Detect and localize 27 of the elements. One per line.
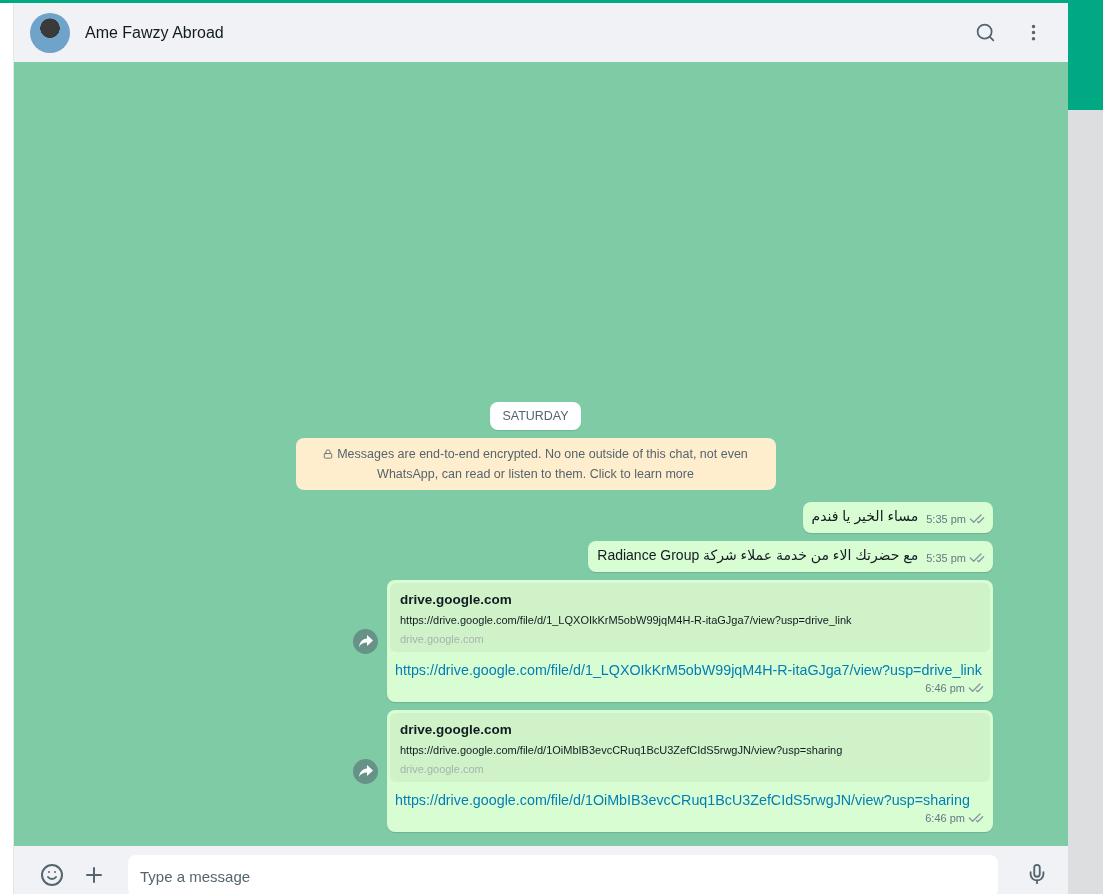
preview-domain: drive.google.com bbox=[400, 633, 485, 645]
preview-url: https://drive.google.com/file/d/1OiMbIB3evcCRuq1BcU3ZefCIdS5rwgJN/view?usp=sharing bbox=[400, 744, 844, 756]
emoji-icon[interactable] bbox=[38, 861, 66, 889]
avatar[interactable] bbox=[30, 12, 70, 53]
link-preview[interactable]: drive.google.com https://drive.google.com/file/d/1_LQXOIkKrM5obW99jqM4H-R-itaGJga7/view?usp=drive_link drive.google.com bbox=[390, 583, 990, 652]
contact-name: Ame Fawzy Abroad bbox=[85, 23, 225, 42]
encryption-notice[interactable]: Messages are end-to-end encrypted. No one outside of this chat, not even WhatsApp, can read or listen to them. Click to learn more bbox=[295, 438, 776, 490]
date-chip: SATURDAY bbox=[490, 402, 581, 430]
forward-button[interactable] bbox=[353, 628, 378, 654]
message-time: 6:46 pm bbox=[925, 682, 965, 694]
message-time: 5:35 pm bbox=[926, 552, 966, 564]
message-text: مساء الخير يا فندم bbox=[811, 508, 919, 527]
preview-title: drive.google.com bbox=[400, 722, 513, 737]
forward-button[interactable] bbox=[353, 758, 378, 784]
forward-arrow-icon bbox=[358, 765, 373, 777]
message-link[interactable]: https://drive.google.com/file/d/1OiMbIB3evcCRuq1BcU3ZefCIdS5rwgJN/view?usp=sharing bbox=[395, 790, 986, 810]
preview-domain: drive.google.com bbox=[400, 763, 485, 775]
message-time: 5:35 pm bbox=[926, 513, 966, 525]
message-input[interactable]: Type a message bbox=[128, 855, 998, 894]
message-text: مع حضرتك الاء من خدمة عملاء شركة Radiance Group bbox=[597, 547, 919, 566]
lock-icon bbox=[323, 449, 334, 459]
message-time: 6:46 pm bbox=[925, 812, 965, 824]
preview-title: drive.google.com bbox=[400, 592, 513, 607]
forward-arrow-icon bbox=[358, 635, 373, 647]
link-preview[interactable]: drive.google.com https://drive.google.com/file/d/1OiMbIB3evcCRuq1BcU3ZefCIdS5rwgJN/view?usp=sharing drive.google.com bbox=[390, 713, 990, 782]
message-link[interactable]: https://drive.google.com/file/d/1_LQXOIkKrM5obW99jqM4H-R-itaGJga7/view?usp=drive_link bbox=[395, 660, 986, 680]
preview-url: https://drive.google.com/file/d/1_LQXOIkKrM5obW99jqM4H-R-itaGJga7/view?usp=drive_link bbox=[400, 614, 853, 626]
